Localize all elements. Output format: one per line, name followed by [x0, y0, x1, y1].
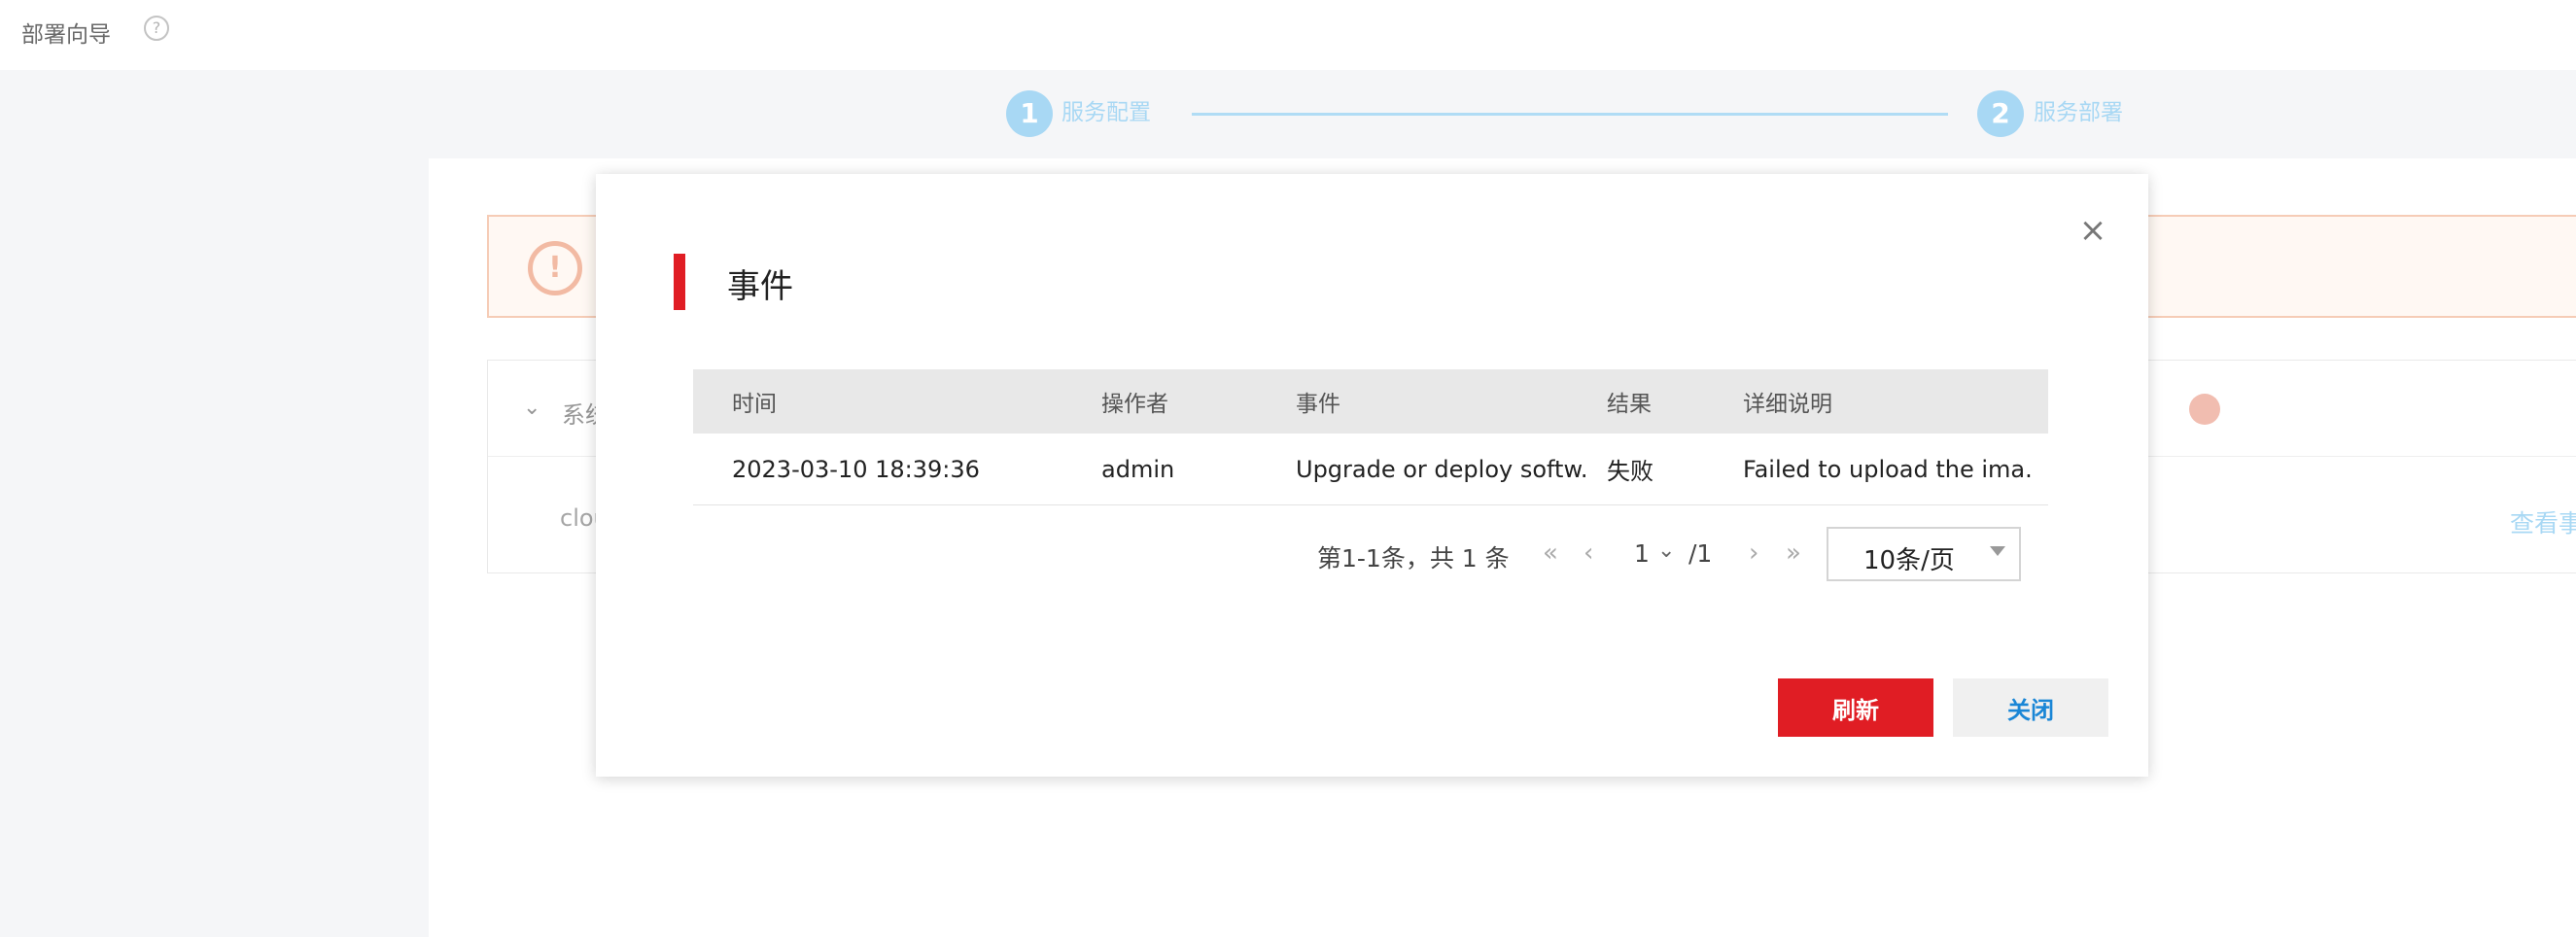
dialog-title: 事件	[727, 267, 793, 306]
column-header-result: 结果	[1607, 392, 1652, 417]
cell-event: Upgrade or deploy softw...	[1296, 455, 1587, 483]
title-accent-bar	[674, 254, 685, 310]
current-page[interactable]: 1	[1634, 539, 1650, 568]
prev-page-icon[interactable]: ‹	[1584, 538, 1593, 568]
column-header-time: 时间	[732, 392, 777, 417]
events-dialog: × 事件 时间 操作者 事件 结果 详细说明 2023-03-10 18:39:…	[596, 174, 2148, 777]
column-header-operator: 操作者	[1101, 392, 1168, 417]
page-size-value: 10条/页	[1863, 546, 1955, 575]
table-row[interactable]: 2023-03-10 18:39:36 admin Upgrade or dep…	[693, 434, 2048, 505]
close-button[interactable]: 关闭	[1953, 678, 2108, 737]
table-header: 时间 操作者 事件 结果 详细说明	[693, 369, 2048, 434]
cell-details: Failed to upload the ima...	[1743, 455, 2035, 483]
events-table: 时间 操作者 事件 结果 详细说明 2023-03-10 18:39:36 ad…	[693, 369, 2048, 505]
total-pages: /1	[1688, 539, 1713, 568]
page-size-select[interactable]: 10条/页	[1827, 527, 2021, 581]
cell-operator: admin	[1101, 455, 1175, 483]
column-header-details: 详细说明	[1743, 392, 1832, 417]
cell-time: 2023-03-10 18:39:36	[732, 455, 980, 483]
column-header-event: 事件	[1296, 392, 1340, 417]
pagination-summary: 第1-1条，共 1 条	[1317, 544, 1510, 573]
next-page-icon[interactable]: ›	[1749, 538, 1758, 568]
first-page-icon[interactable]: «	[1543, 538, 1558, 568]
caret-down-icon	[1990, 546, 2005, 556]
cell-result: 失败	[1607, 458, 1654, 485]
last-page-icon[interactable]: »	[1786, 538, 1801, 568]
close-icon[interactable]: ×	[2077, 214, 2108, 247]
refresh-button[interactable]: 刷新	[1778, 678, 1933, 737]
pagination: 第1-1条，共 1 条 « ‹ 1 ⌄ /1 › » 10条/页	[693, 527, 2048, 581]
page-dropdown-icon[interactable]: ⌄	[1657, 538, 1675, 563]
